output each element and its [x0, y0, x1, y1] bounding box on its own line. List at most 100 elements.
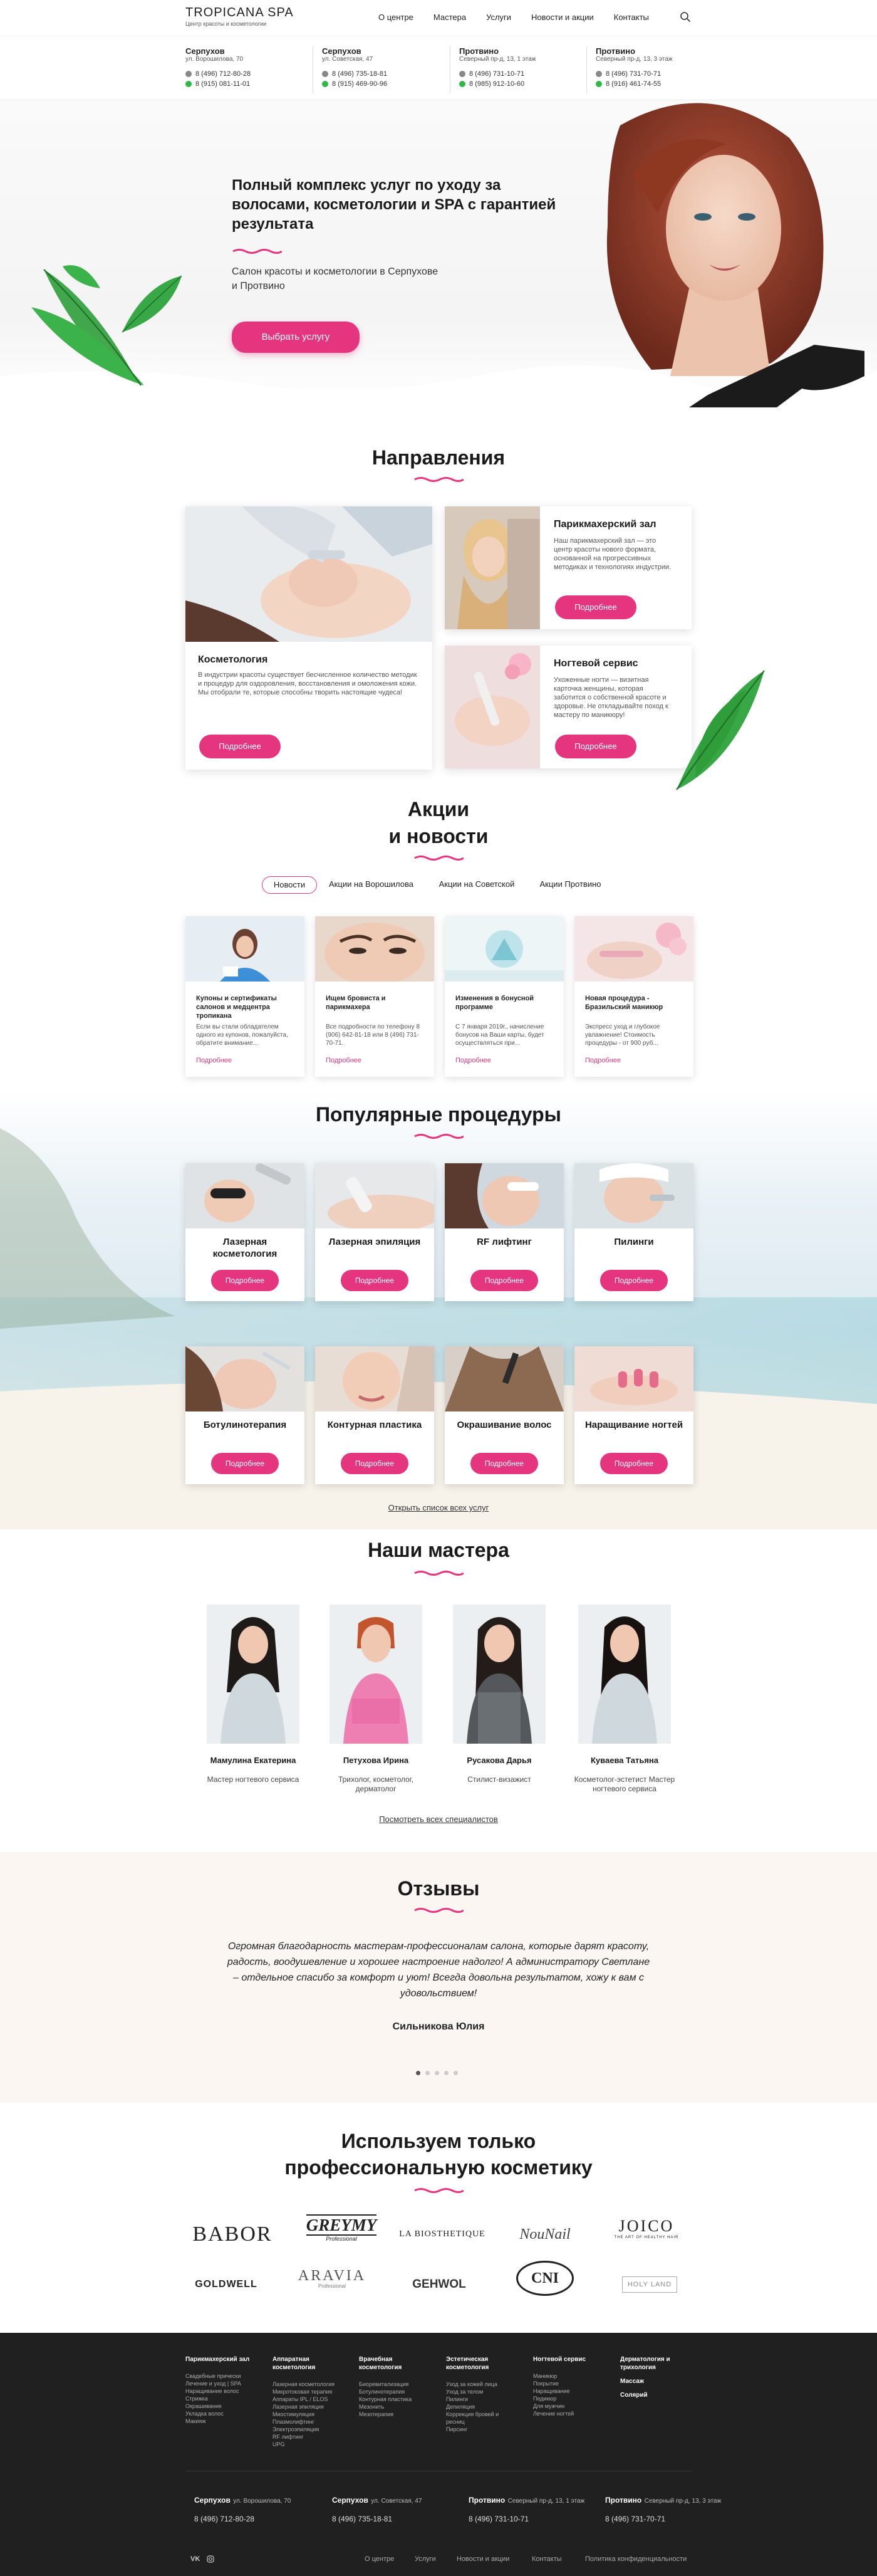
footer-link-services[interactable]: Услуги	[415, 2555, 436, 2563]
slider-dot[interactable]	[454, 2071, 458, 2075]
phone-link[interactable]: 8 (496) 731-10-71	[459, 69, 584, 79]
footer-link[interactable]: Наращивание волос	[185, 2387, 254, 2395]
more-button[interactable]: Подробнее	[555, 735, 636, 758]
footer-column-title[interactable]: Массаж	[620, 2377, 692, 2385]
whatsapp-link[interactable]: 8 (916) 461-74-55	[596, 79, 721, 89]
footer-link[interactable]: Маникюр	[533, 2372, 602, 2380]
footer-link[interactable]: Уход за телом	[446, 2388, 515, 2395]
footer-link[interactable]: Электроэпиляция	[272, 2426, 341, 2433]
footer-link[interactable]: Лазерная эпиляция	[272, 2403, 341, 2411]
vk-icon[interactable]: VK	[190, 2555, 200, 2563]
footer-phone[interactable]: 8 (496) 731-70-71	[605, 2515, 721, 2523]
footer-link[interactable]: Миостимуляция	[272, 2411, 341, 2418]
tab-sovetskaya[interactable]: Акции на Советской	[430, 876, 524, 894]
footer-link[interactable]: Биоревитализация	[359, 2380, 428, 2388]
footer-link[interactable]: Уход за кожей лица	[446, 2380, 515, 2388]
footer-link[interactable]: Аппараты IPL / ELOS	[272, 2395, 341, 2403]
slider-dot[interactable]	[416, 2071, 420, 2075]
footer-link[interactable]: Лечение и уход | SPA	[185, 2380, 254, 2387]
nav-item-contacts[interactable]: Контакты	[614, 13, 649, 22]
phone-link[interactable]: 8 (496) 731-70-71	[596, 69, 721, 79]
footer-link[interactable]: Лечение ногтей	[533, 2410, 602, 2417]
nav-item-news[interactable]: Новости и акции	[531, 13, 594, 22]
footer-link[interactable]: Окрашивание	[185, 2402, 254, 2410]
footer-link[interactable]: Наращивание	[533, 2387, 602, 2395]
footer-link[interactable]: Педикюр	[533, 2395, 602, 2402]
tab-news[interactable]: Новости	[262, 876, 317, 894]
master-card[interactable]: Русакова Дарья Стилист-визажист	[446, 1605, 553, 1784]
footer-link[interactable]: Плазмолифтинг	[272, 2418, 341, 2426]
whatsapp-link[interactable]: 8 (915) 081-11-01	[185, 79, 311, 89]
nav-item-about[interactable]: О центре	[378, 13, 413, 22]
whatsapp-link[interactable]: 8 (915) 469-90-96	[322, 79, 447, 89]
more-button[interactable]: Подробнее	[555, 595, 636, 619]
footer-link[interactable]: Ботулинотерапия	[359, 2388, 428, 2395]
footer-link[interactable]: Мезонить	[359, 2403, 428, 2411]
footer-link[interactable]: Пилинги	[446, 2395, 515, 2403]
master-card[interactable]: Куваева Татьяна Косметолог-эстетист Маст…	[571, 1605, 678, 1794]
news-more-link[interactable]: Подробнее	[196, 1057, 232, 1064]
more-button[interactable]: Подробнее	[341, 1270, 408, 1291]
logo[interactable]: TROPICANA SPA Центр красоты и косметолог…	[185, 6, 294, 27]
footer-column-title[interactable]: Солярий	[620, 2391, 692, 2399]
footer-link-news[interactable]: Новости и акции	[457, 2555, 509, 2563]
all-masters-link[interactable]: Посмотреть всех специалистов	[0, 1814, 877, 1824]
master-card[interactable]: Мамулина Екатерина Мастер ногтевого серв…	[200, 1605, 306, 1784]
nav-item-services[interactable]: Услуги	[486, 13, 511, 22]
more-button[interactable]: Подробнее	[470, 1270, 538, 1291]
footer-link[interactable]: UPG	[272, 2441, 341, 2448]
news-more-link[interactable]: Подробнее	[326, 1057, 361, 1064]
slider-dot[interactable]	[435, 2071, 439, 2075]
footer-link[interactable]: Коррекция бровей и ресниц	[446, 2411, 515, 2426]
news-card[interactable]: Новая процедура - Бразильский маникюр Эк…	[574, 916, 693, 1077]
more-button[interactable]: Подробнее	[341, 1453, 408, 1474]
instagram-icon[interactable]	[207, 2555, 214, 2563]
footer-column-title[interactable]: Парикмахерский зал	[185, 2355, 254, 2364]
more-button[interactable]: Подробнее	[470, 1453, 538, 1474]
more-button[interactable]: Подробнее	[199, 735, 281, 758]
footer-link[interactable]: Стрижка	[185, 2395, 254, 2402]
footer-link[interactable]: Укладка волос	[185, 2410, 254, 2417]
slider-dot[interactable]	[425, 2071, 430, 2075]
more-button[interactable]: Подробнее	[211, 1270, 279, 1291]
master-card[interactable]: Петухова Ирина Трихолог, косметолог, дер…	[323, 1605, 429, 1794]
slider-dot[interactable]	[444, 2071, 449, 2075]
footer-link[interactable]: Мезотерапия	[359, 2411, 428, 2418]
footer-link[interactable]: Лазерная косметология	[272, 2380, 341, 2388]
footer-column-title[interactable]: Аппаратная косметология	[272, 2355, 341, 2372]
footer-link[interactable]: Пирсинг	[446, 2426, 515, 2433]
footer-link-privacy[interactable]: Политика конфиденциальности	[585, 2555, 687, 2563]
news-card[interactable]: Изменения в бонусной программе С 7 январ…	[445, 916, 564, 1077]
more-button[interactable]: Подробнее	[600, 1453, 668, 1474]
footer-column-title[interactable]: Ногтевой сервис	[533, 2355, 602, 2364]
footer-link[interactable]: Контурная пластика	[359, 2395, 428, 2403]
footer-column-title[interactable]: Дерматология и трихология	[620, 2355, 692, 2372]
footer-link-contacts[interactable]: Контакты	[532, 2555, 562, 2563]
news-more-link[interactable]: Подробнее	[455, 1057, 491, 1064]
phone-link[interactable]: 8 (496) 712-80-28	[185, 69, 311, 79]
choose-service-button[interactable]: Выбрать услугу	[232, 322, 360, 353]
more-button[interactable]: Подробнее	[600, 1270, 668, 1291]
news-card[interactable]: Ищем бровиста и парикмахера Все подробно…	[315, 916, 434, 1077]
footer-phone[interactable]: 8 (496) 735-18-81	[332, 2515, 422, 2523]
all-services-link[interactable]: Открыть список всех услуг	[0, 1503, 877, 1512]
footer-link-about[interactable]: О центре	[365, 2555, 394, 2563]
news-more-link[interactable]: Подробнее	[585, 1057, 621, 1064]
more-button[interactable]: Подробнее	[211, 1453, 279, 1474]
footer-phone[interactable]: 8 (496) 712-80-28	[194, 2515, 291, 2523]
tab-voroshilova[interactable]: Акции на Ворошилова	[323, 876, 420, 894]
footer-link[interactable]: Свадебные прически	[185, 2372, 254, 2380]
footer-link[interactable]: RF лифтинг	[272, 2433, 341, 2441]
nav-item-masters[interactable]: Мастера	[433, 13, 466, 22]
footer-link[interactable]: Микротоковая терапия	[272, 2388, 341, 2395]
phone-link[interactable]: 8 (496) 735-18-81	[322, 69, 447, 79]
whatsapp-link[interactable]: 8 (985) 912-10-60	[459, 79, 584, 89]
footer-phone[interactable]: 8 (496) 731-10-71	[469, 2515, 584, 2523]
footer-column-title[interactable]: Врачебная косметология	[359, 2355, 428, 2372]
search-icon[interactable]	[680, 11, 691, 23]
tab-protvino[interactable]: Акции Протвино	[531, 876, 610, 894]
footer-link[interactable]: Макияж	[185, 2417, 254, 2425]
footer-link[interactable]: Депиляция	[446, 2403, 515, 2411]
footer-link[interactable]: Для мужчин	[533, 2402, 602, 2410]
footer-link[interactable]: Покрытие	[533, 2380, 602, 2387]
